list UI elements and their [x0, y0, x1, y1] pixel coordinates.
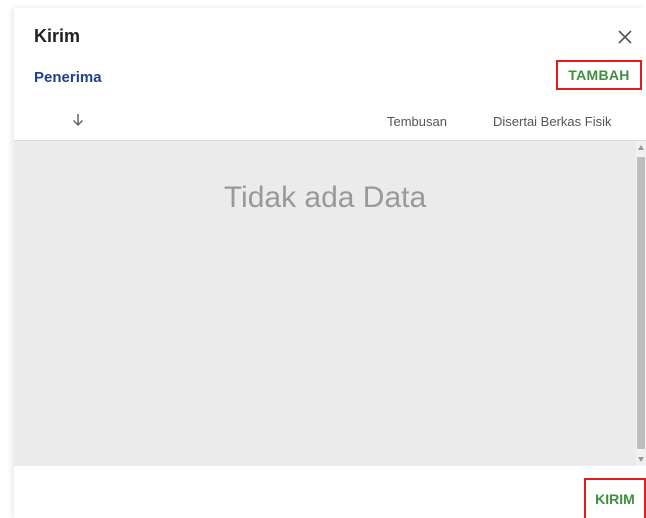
dialog-footer: KIRIM	[14, 466, 646, 518]
empty-state-message: Tidak ada Data	[223, 181, 427, 214]
send-button[interactable]: KIRIM	[584, 478, 646, 518]
scrollbar-thumb[interactable]	[637, 157, 645, 449]
recipient-section-header: Penerima TAMBAH	[14, 60, 646, 101]
column-header-tembusan[interactable]: Tembusan	[387, 114, 447, 129]
add-button[interactable]: TAMBAH	[556, 60, 642, 90]
table-header: Tembusan Disertai Berkas Fisik	[14, 100, 646, 141]
page: Kirim Penerima TAMBAH Tembusan Disertai …	[0, 0, 646, 518]
arrow-down-icon[interactable]	[70, 112, 86, 128]
vertical-scrollbar[interactable]	[636, 141, 646, 466]
scroll-down-arrow-icon[interactable]	[638, 457, 644, 462]
column-header-disertai-berkas-fisik[interactable]: Disertai Berkas Fisik	[493, 114, 611, 129]
send-dialog: Kirim Penerima TAMBAH Tembusan Disertai …	[14, 8, 646, 518]
table-body: Tidak ada Data	[14, 141, 636, 466]
section-title: Penerima	[34, 69, 102, 86]
close-icon[interactable]	[614, 26, 636, 48]
dialog-title: Kirim	[34, 26, 81, 46]
scroll-up-arrow-icon[interactable]	[638, 145, 644, 150]
